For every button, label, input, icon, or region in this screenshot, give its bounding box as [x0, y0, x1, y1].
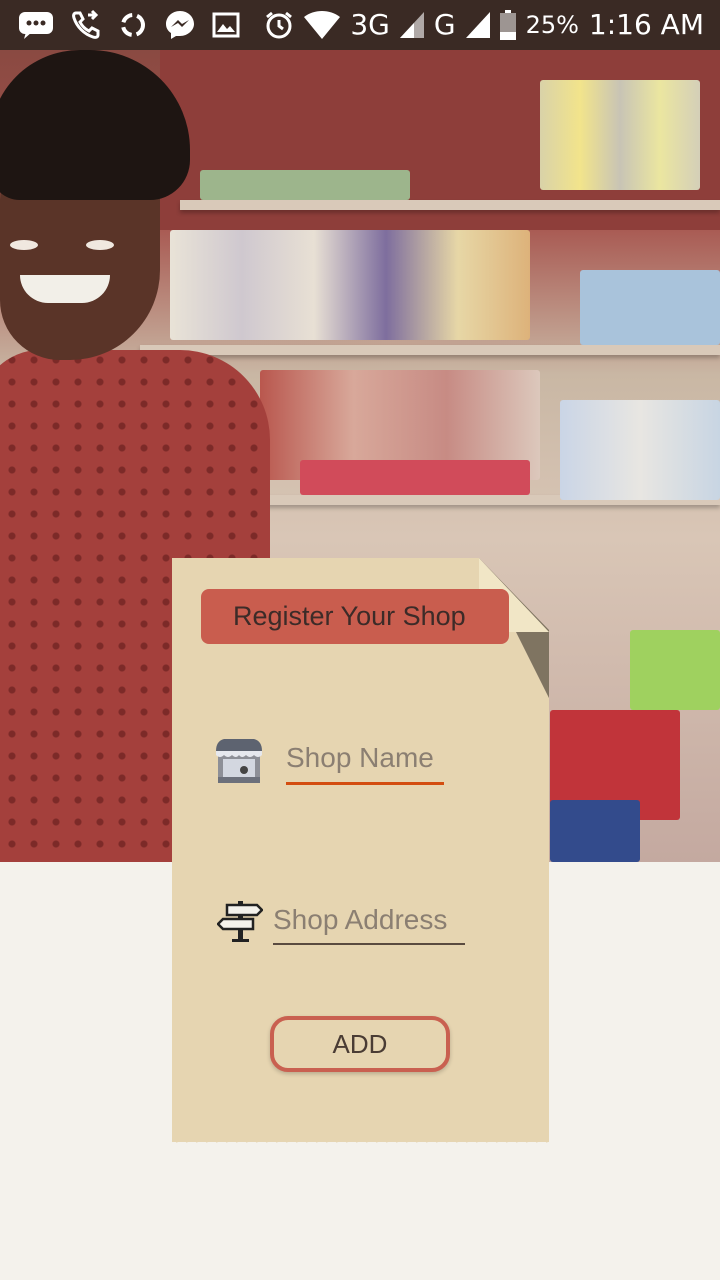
signal-icon: [399, 11, 424, 38]
wifi-icon: [304, 10, 341, 39]
notification-icons: [18, 9, 240, 41]
shelf-product: [540, 80, 700, 190]
message-icon: [19, 12, 53, 39]
image-icon: [212, 12, 240, 38]
clock: 1:16 AM: [588, 8, 704, 41]
call-forward-icon: [72, 9, 100, 39]
shelf-product: [560, 400, 720, 500]
add-button[interactable]: ADD: [270, 1016, 450, 1072]
signal-icon: [465, 11, 490, 38]
shelf: [140, 345, 720, 355]
alarm-icon: [266, 11, 293, 38]
shop-address-field[interactable]: [273, 900, 465, 945]
person-smile: [20, 275, 110, 303]
card-title: Register Your Shop: [201, 589, 509, 644]
shop-name-field[interactable]: [286, 736, 444, 785]
network-3g-label: 3G: [350, 8, 390, 41]
shelf-product: [300, 460, 530, 495]
network-g-label: G: [433, 8, 456, 41]
shop-icon: [216, 739, 262, 783]
shelf-product: [200, 170, 410, 200]
signpost-icon: [217, 901, 263, 942]
shelf-product: [550, 800, 640, 862]
status-bar: 3G G 25% 1:16 AM: [0, 0, 720, 50]
shelf: [180, 200, 720, 210]
person-eye: [86, 240, 114, 250]
sync-icon: [121, 13, 145, 37]
system-status: 3G G 25% 1:16 AM: [264, 8, 704, 41]
shelf-product: [170, 230, 530, 340]
battery-percent: 25%: [525, 10, 579, 39]
card-torn-edge: [172, 1138, 549, 1148]
messenger-icon: [166, 11, 194, 39]
battery-icon: [499, 9, 516, 40]
shelf-product: [630, 630, 720, 710]
shop-name-input[interactable]: [286, 736, 444, 780]
shelf-product: [580, 270, 720, 345]
shop-address-input[interactable]: [273, 900, 465, 940]
person-eye: [10, 240, 38, 250]
